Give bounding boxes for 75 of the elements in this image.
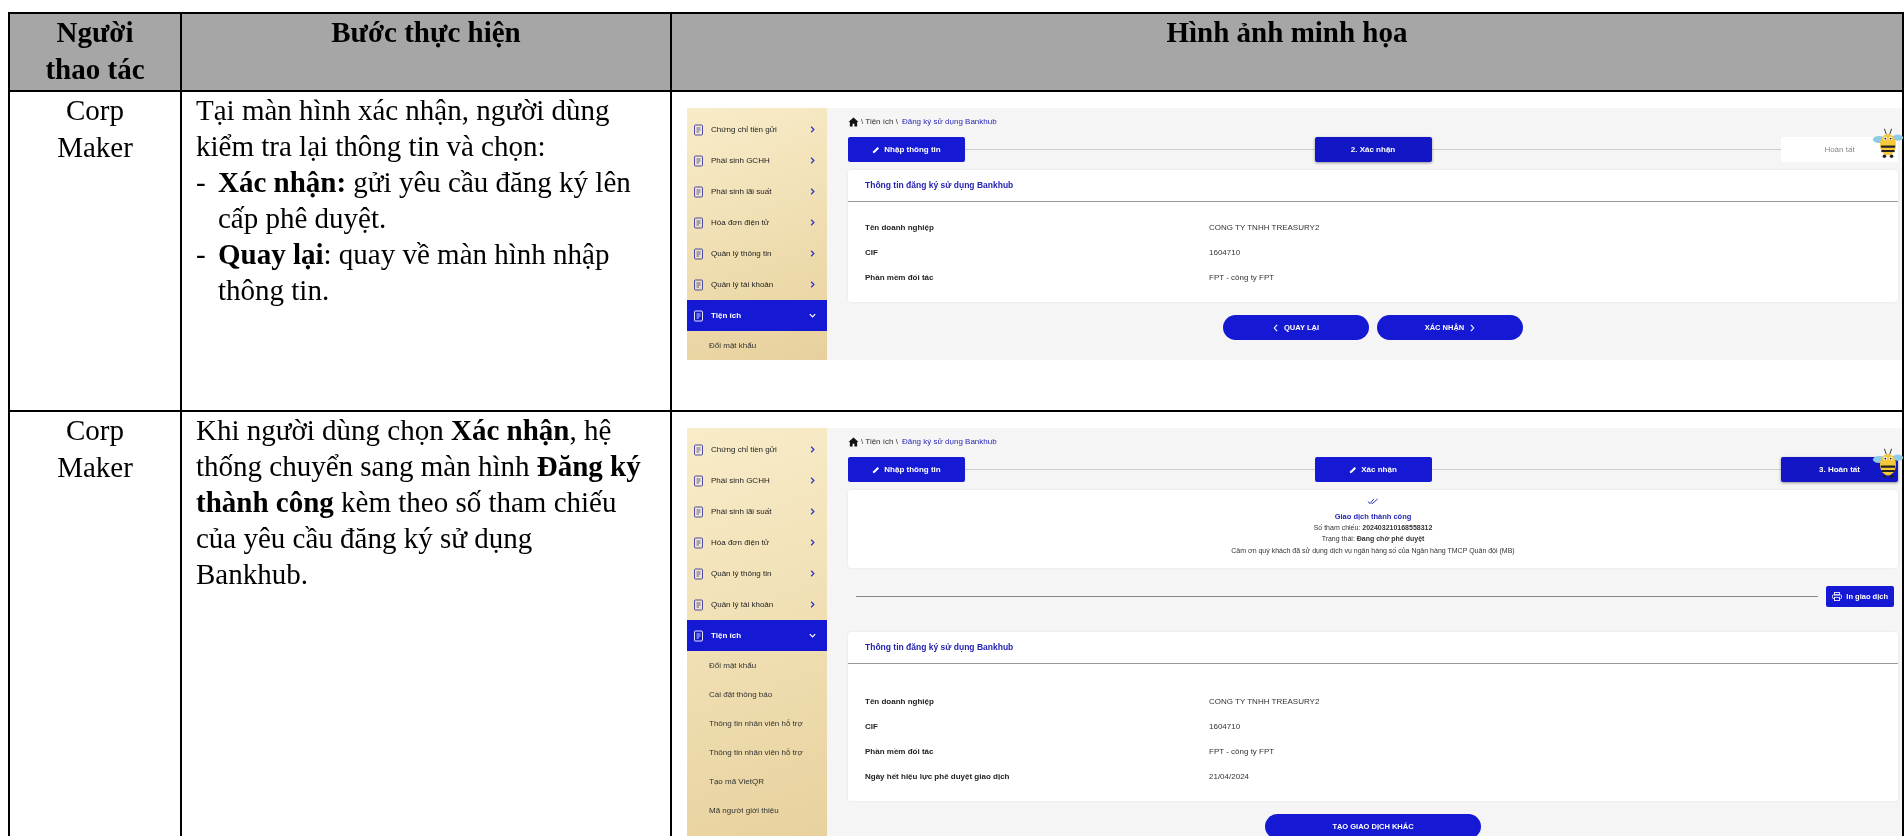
step-paragraph: Tại màn hình xác nhận, người dùng kiểm tra lại thông tin và chọn:: [196, 93, 611, 164]
step-paragraph: Khi người dùng chọn Xác nhận, hệ thống chuyển sang màn hình Đăng ký thành công kèm theo số tham chiếu của yêu cầu đăng ký sử dụng Bankhub.: [196, 413, 642, 592]
document-icon: [693, 629, 705, 642]
submenu-item[interactable]: Đổi mật khẩu: [687, 331, 827, 360]
bullet-text: Quay lại: quay về màn hình nhập thông tin.: [218, 237, 611, 308]
column-header: Bước thực hiện: [331, 16, 521, 48]
home-icon[interactable]: [848, 437, 859, 447]
actor-text: Corp Maker: [57, 94, 133, 163]
document-icon: [693, 185, 705, 198]
sidebar-item[interactable]: Hóa đơn điện tử: [687, 527, 827, 558]
column-header: Người thao tác: [45, 16, 145, 85]
document-icon: [693, 567, 705, 580]
pencil-icon: [1349, 465, 1358, 474]
field-label: Tên doanh nghiệp: [865, 222, 935, 234]
field-value: 1604710: [1209, 247, 1242, 259]
field-label: Phần mềm đối tác: [865, 746, 935, 758]
chevron-left-icon: [1273, 323, 1278, 332]
sidebar-item[interactable]: Chứng chỉ tiền gửi: [687, 114, 827, 145]
submenu-item[interactable]: Tạo mã VietQR: [687, 767, 827, 796]
document-icon: [693, 443, 705, 456]
sidebar-item[interactable]: Tiện ích: [687, 300, 827, 331]
field-label: CIF: [865, 247, 879, 259]
submenu-item[interactable]: Thông tin nhân viên hỗ trợ: [687, 709, 827, 738]
sidebar-item[interactable]: Phái sinh GCHH: [687, 145, 827, 176]
document-icon: [693, 536, 705, 549]
card-title: Thông tin đăng ký sử dụng Bankhub: [848, 170, 1898, 202]
sidebar-item[interactable]: Hóa đơn điện tử: [687, 207, 827, 238]
actor-text: Corp Maker: [57, 414, 133, 483]
field-value: CONG TY TNHH TREASURY2: [1209, 696, 1321, 708]
field-value: 1604710: [1209, 721, 1242, 733]
field-value: FPT - công ty FPT: [1209, 272, 1276, 284]
field-label: Phần mềm đối tác: [865, 272, 935, 284]
field-label: Tên doanh nghiệp: [865, 696, 935, 708]
bullet-text: Xác nhận: gửi yêu cầu đăng ký lên cấp phê duyệt.: [218, 165, 632, 236]
sidebar-item[interactable]: Quản lý tài khoản: [687, 589, 827, 620]
column-header: Hình ảnh minh họa: [1166, 16, 1408, 48]
card-title: Thông tin đăng ký sử dụng Bankhub: [848, 632, 1898, 664]
field-value: 21/04/2024: [1209, 771, 1251, 783]
field-value: CONG TY TNHH TREASURY2: [1209, 222, 1321, 234]
printer-icon: [1832, 591, 1843, 601]
sidebar-item[interactable]: Quản lý tài khoản: [687, 269, 827, 300]
bullet-marker: -: [196, 165, 207, 200]
bullet-marker: -: [196, 237, 207, 272]
sidebar-item[interactable]: Phái sinh lãi suất: [687, 176, 827, 207]
submenu-item[interactable]: Cài đặt thông báo: [687, 680, 827, 709]
chevron-right-icon: [1470, 323, 1476, 332]
field-value: FPT - công ty FPT: [1209, 746, 1276, 758]
submenu-item[interactable]: Mã người giới thiệu: [687, 796, 827, 825]
document-icon: [693, 309, 705, 322]
breadcrumb-link[interactable]: \ Tiện ích \: [861, 437, 898, 447]
sidebar-item[interactable]: Quản lý thông tin: [687, 558, 827, 589]
pencil-icon: [872, 145, 881, 154]
document-icon: [693, 154, 705, 167]
document-icon: [693, 247, 705, 260]
submenu-item[interactable]: Đổi mật khẩu: [687, 651, 827, 680]
document-icon: [693, 474, 705, 487]
sidebar-item[interactable]: Phái sinh GCHH: [687, 465, 827, 496]
sidebar-item[interactable]: Chứng chỉ tiền gửi: [687, 434, 827, 465]
breadcrumb-current: Đăng ký sử dụng Bankhub: [901, 117, 997, 127]
sidebar-item[interactable]: Quản lý thông tin: [687, 238, 827, 269]
document-icon: [693, 216, 705, 229]
pencil-icon: [872, 465, 881, 474]
submenu-item[interactable]: Thông tin nhân viên hỗ trợ: [687, 738, 827, 767]
document-icon: [693, 598, 705, 611]
breadcrumb-link[interactable]: \ Tiện ích \: [861, 117, 898, 127]
sidebar-item[interactable]: Phái sinh lãi suất: [687, 496, 827, 527]
document-icon: [693, 278, 705, 291]
document-icon: [693, 505, 705, 518]
field-label: CIF: [865, 721, 879, 733]
document-icon: [693, 123, 705, 136]
sidebar-item[interactable]: Tiện ích: [687, 620, 827, 651]
field-label: Ngày hết hiệu lực phê duyệt giao dịch: [865, 771, 1011, 783]
breadcrumb-current: Đăng ký sử dụng Bankhub: [901, 437, 997, 447]
double-check-icon: [1367, 498, 1379, 505]
home-icon[interactable]: [848, 117, 859, 127]
